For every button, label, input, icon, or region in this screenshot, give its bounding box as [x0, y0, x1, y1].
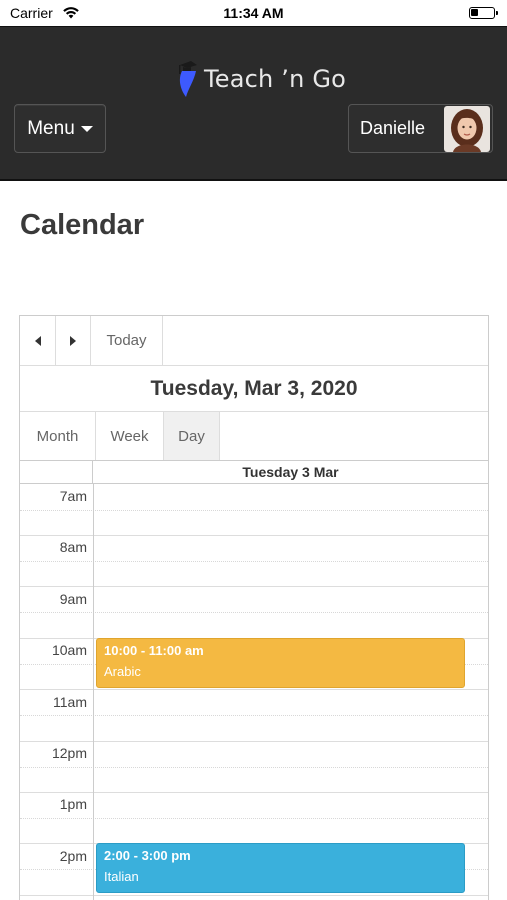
today-button[interactable]: Today [91, 316, 163, 365]
caret-down-icon [80, 125, 93, 132]
clock: 11:34 AM [223, 5, 284, 21]
next-button[interactable] [56, 316, 91, 365]
battery-icon [469, 7, 498, 19]
hour-label: 10am [51, 642, 87, 659]
user-profile-button[interactable]: Danielle [348, 104, 493, 153]
event-title: Italian [104, 869, 139, 884]
user-name: Danielle [360, 118, 426, 138]
app-name: Teach ’n Go [204, 65, 347, 93]
app-logo[interactable]: Teach ’n Go [174, 57, 346, 101]
hour-label: 9am [59, 590, 87, 607]
hour-label: 8am [59, 539, 87, 556]
event-title: Arabic [104, 664, 141, 679]
app-header: Teach ’n Go Menu Danielle [0, 26, 507, 181]
page-title: Calendar [20, 209, 145, 241]
view-week-button[interactable]: Week [96, 412, 164, 460]
view-day-button[interactable]: Day [164, 412, 220, 460]
calendar: Today Tuesday, Mar 3, 2020 Month Week Da… [19, 315, 489, 900]
day-label: Tuesday 3 Mar [242, 464, 339, 480]
hour-slot[interactable]: 1pm [20, 792, 488, 845]
calendar-toolbar: Today [20, 316, 488, 366]
hour-label: 1pm [59, 796, 87, 813]
hour-slot[interactable]: 12pm [20, 741, 488, 793]
hour-slot[interactable]: 8am [20, 535, 488, 588]
previous-button[interactable] [20, 316, 56, 365]
day-column-header: Tuesday 3 Mar [20, 461, 488, 484]
menu-button[interactable]: Menu [14, 104, 106, 153]
hour-label: 12pm [51, 745, 87, 761]
avatar [444, 105, 490, 152]
hour-label: 11am [53, 693, 87, 710]
caret-left-icon [34, 335, 41, 346]
time-gutter-header [20, 461, 93, 483]
current-date-title: Tuesday, Mar 3, 2020 [150, 376, 358, 400]
event-time: 2:00 - 3:00 pm [104, 848, 191, 863]
calendar-date-header: Tuesday, Mar 3, 2020 [20, 366, 488, 412]
view-month-button[interactable]: Month [20, 412, 96, 460]
hour-slot[interactable]: 7am [20, 484, 488, 536]
status-bar: Carrier 11:34 AM [0, 0, 507, 26]
time-axis-divider [93, 484, 94, 900]
hour-slot[interactable]: 9am [20, 587, 488, 639]
view-switcher: Month Week Day [20, 412, 488, 461]
time-grid[interactable]: 7am 8am 9am 10am 11am 12pm 1pm 2pm 10:00… [20, 484, 488, 900]
caret-right-icon [70, 335, 76, 346]
event-arabic[interactable]: 10:00 - 11:00 am Arabic [96, 638, 465, 688]
event-time: 10:00 - 11:00 am [104, 643, 204, 658]
menu-label: Menu [27, 117, 75, 139]
teach-n-go-logo-icon [174, 55, 200, 104]
hour-slot[interactable]: 11am [20, 690, 488, 742]
event-italian[interactable]: 2:00 - 3:00 pm Italian [96, 843, 465, 893]
hour-label: 2pm [59, 847, 87, 864]
hour-label: 7am [59, 488, 87, 504]
